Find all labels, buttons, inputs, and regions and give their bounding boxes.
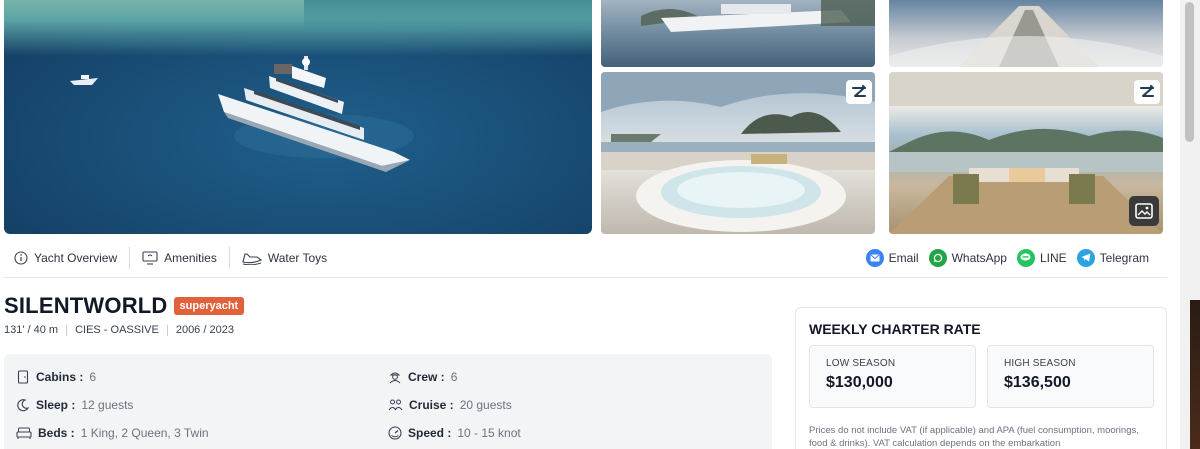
share-email-link[interactable]: Email [865, 248, 919, 267]
scrollbar-thumb[interactable] [1185, 2, 1194, 142]
share-telegram-label: Telegram [1099, 250, 1149, 265]
superyacht-image [218, 56, 414, 172]
captain-icon [389, 372, 401, 384]
spec-crew: Crew : 6 [388, 370, 457, 384]
meta-divider [166, 324, 168, 336]
yacht-side-photo[interactable] [601, 0, 875, 67]
speedometer-icon [388, 426, 402, 440]
email-icon [865, 248, 884, 267]
jetski-icon [242, 252, 262, 265]
share-links: Email WhatsApp LINE Telegram [865, 248, 1167, 267]
image-gallery-icon [1135, 203, 1153, 219]
bed-icon [16, 427, 32, 439]
spec-beds-label: Beds : [38, 426, 75, 440]
jacuzzi-image [601, 72, 875, 232]
reef-dark [304, 0, 592, 36]
main-yacht-photo[interactable] [4, 0, 592, 234]
guests-icon [388, 399, 403, 411]
share-email-label: Email [888, 250, 919, 265]
tab-water-toys[interactable]: Water Toys [228, 246, 339, 269]
aft-dining-photo[interactable] [889, 72, 1163, 234]
high-season-price: $136,500 [1004, 374, 1071, 391]
section-tabs-bar: Yacht Overview Amenities Water Toys Emai… [4, 238, 1167, 278]
window-edge [1190, 300, 1200, 449]
view-gallery-button[interactable] [1129, 196, 1159, 226]
yacht-side-image [641, 0, 875, 32]
tender-boat [70, 75, 98, 85]
spec-speed: Speed : 10 - 15 knot [388, 426, 521, 440]
meta-divider [66, 324, 68, 336]
spec-cruise-value: 20 guests [459, 398, 512, 412]
yacht-meta: 131' / 40 m CIES - OASSIVE 2006 / 2023 [4, 324, 234, 336]
jacuzzi-deck-photo[interactable] [601, 72, 875, 234]
dining-deck-image [889, 72, 1163, 234]
virtual-tour-icon-2[interactable] [1134, 80, 1160, 104]
share-line-link[interactable]: LINE [1016, 248, 1067, 267]
yacht-type-badge: superyacht [173, 297, 245, 315]
spec-beds: Beds : 1 King, 2 Queen, 3 Twin [16, 426, 209, 440]
tv-icon [142, 250, 158, 265]
spec-sleep: Sleep : 12 guests [16, 398, 133, 412]
yacht-years: 2006 / 2023 [175, 324, 234, 336]
spec-cabins-label: Cabins : [36, 370, 84, 384]
telegram-icon [1076, 248, 1095, 267]
tab-label-water-toys: Water Toys [267, 250, 328, 265]
share-telegram-link[interactable]: Telegram [1076, 248, 1149, 267]
yacht-builder: CIES - OASSIVE [75, 324, 159, 336]
photo-gallery [0, 0, 1180, 236]
share-whatsapp-label: WhatsApp [951, 250, 1007, 265]
spec-cruise: Cruise : 20 guests [388, 398, 512, 412]
door-icon [17, 370, 29, 384]
yacht-length: 131' / 40 m [4, 324, 59, 336]
low-season-box: LOW SEASON $130,000 [809, 345, 976, 408]
spec-speed-value: 10 - 15 knot [457, 426, 521, 440]
yacht-specs: Cabins : 6 Crew : 6 Sleep : 12 guests Cr… [4, 354, 772, 449]
share-whatsapp-link[interactable]: WhatsApp [928, 248, 1007, 267]
yacht-title-row: SILENTWORLD superyacht [4, 293, 245, 319]
line-icon [1016, 248, 1035, 267]
spec-crew-value: 6 [450, 370, 458, 384]
tab-label-amenities: Amenities [164, 250, 217, 265]
yacht-name: SILENTWORLD [4, 293, 168, 318]
tab-label-overview: Yacht Overview [34, 250, 118, 265]
spec-speed-label: Speed : [408, 426, 452, 440]
spec-beds-value: 1 King, 2 Queen, 3 Twin [80, 426, 209, 440]
spec-cabins: Cabins : 6 [16, 370, 96, 384]
bow-deck-image [889, 6, 1163, 67]
weekly-charter-rate-card: WEEKLY CHARTER RATE LOW SEASON $130,000 … [795, 307, 1167, 449]
info-icon [14, 250, 28, 265]
high-season-label: HIGH SEASON [1004, 358, 1076, 369]
bow-deck-photo[interactable] [889, 0, 1163, 67]
rate-disclaimer: Prices do not include VAT (if applicable… [809, 425, 1139, 449]
spec-sleep-label: Sleep : [36, 398, 76, 412]
spec-crew-label: Crew : [408, 370, 445, 384]
rate-card-title: WEEKLY CHARTER RATE [809, 321, 981, 337]
high-season-box: HIGH SEASON $136,500 [987, 345, 1154, 408]
tab-yacht-overview[interactable]: Yacht Overview [4, 247, 129, 269]
share-line-label: LINE [1039, 250, 1067, 265]
spec-sleep-value: 12 guests [81, 398, 134, 412]
moon-icon [17, 399, 30, 412]
whatsapp-icon [928, 248, 947, 267]
tab-amenities[interactable]: Amenities [129, 246, 229, 269]
spec-cabins-value: 6 [89, 370, 97, 384]
low-season-label: LOW SEASON [826, 358, 896, 369]
virtual-tour-icon[interactable] [846, 80, 872, 104]
spec-cruise-label: Cruise : [409, 398, 454, 412]
low-season-price: $130,000 [826, 374, 893, 391]
